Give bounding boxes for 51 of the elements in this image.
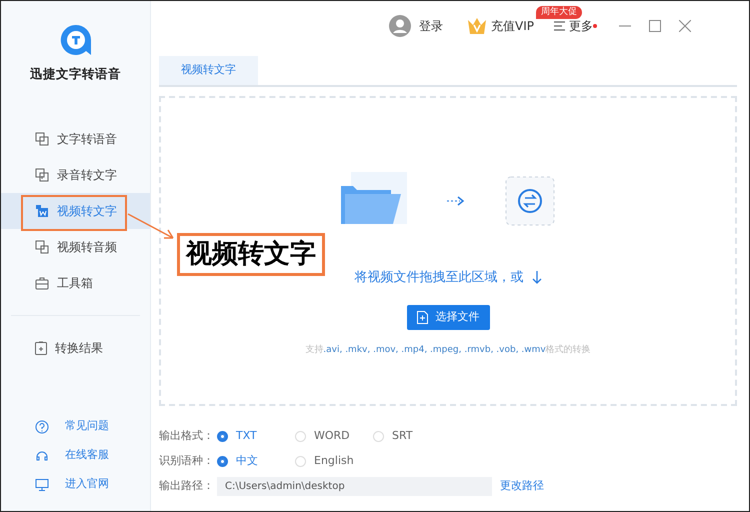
output-path-label: 输出路径： (159, 478, 215, 494)
app-logo-icon (58, 23, 92, 57)
convert-icon (505, 176, 555, 226)
annotation-label: 视频转文字 (177, 233, 325, 276)
sidebar-link[interactable]: 在线客服 (1, 441, 150, 470)
sidebar-item[interactable]: 转换结果 (1, 330, 150, 366)
sidebar-link[interactable]: 进入官网 (1, 470, 150, 499)
radio-button[interactable] (217, 430, 228, 442)
close-icon[interactable] (678, 20, 691, 32)
promo-badge: 周年大促 (536, 6, 582, 19)
drop-prompt: 将视频文件拖拽至此区域，或 (354, 268, 524, 286)
text-pair-icon (35, 132, 49, 146)
select-file-button[interactable]: 选择文件 (406, 305, 490, 330)
help-icon (35, 420, 49, 434)
audio-text-icon (35, 168, 49, 182)
sidebar-item[interactable]: 视频转音频 (1, 229, 150, 265)
radio-option[interactable]: TXT (217, 428, 295, 444)
arrow-right-icon (447, 196, 465, 206)
file-add-icon (416, 310, 428, 324)
radio-button[interactable] (217, 456, 228, 466)
sidebar-item[interactable]: 录音转文字 (1, 157, 150, 193)
output-path-field[interactable]: C:\Users\admin\desktop (217, 476, 492, 496)
sidebar-item[interactable]: 工具箱 (1, 265, 150, 301)
radio-option[interactable]: WORD (295, 428, 373, 444)
more-button[interactable]: 更多 (568, 17, 593, 35)
monitor-icon (35, 478, 49, 492)
sidebar-item[interactable]: 视频转文字 (1, 193, 150, 229)
crown-icon (467, 17, 487, 35)
menu-icon (554, 21, 565, 31)
app-name: 迅捷文字转语音 (30, 65, 121, 83)
video-audio-icon (35, 240, 49, 254)
sidebar-item[interactable]: 文字转语音 (1, 121, 150, 157)
clipboard-icon (35, 341, 47, 355)
change-path-link[interactable]: 更改路径 (500, 478, 544, 494)
supported-formats-text: 支持.avi, .mkv, .mov, .mp4, .mpeg, .rmvb, .vob, .wmv格式的转换 (305, 344, 591, 356)
radio-option[interactable]: 中文 (217, 452, 295, 470)
recharge-vip-button[interactable]: 充值VIP (491, 17, 534, 35)
option-label: 识别语种： (159, 452, 215, 469)
sidebar-link[interactable]: 常见问题 (1, 412, 150, 441)
maximize-icon[interactable] (648, 20, 661, 32)
radio-option[interactable]: English (295, 452, 373, 470)
option-label: 输出格式： (159, 428, 215, 444)
user-avatar-icon (389, 15, 411, 37)
minimize-icon[interactable] (618, 25, 631, 27)
arrow-down-icon (532, 270, 542, 284)
headset-icon (35, 448, 49, 462)
login-button[interactable]: 登录 (419, 17, 443, 35)
tab[interactable]: 视频转文字 (159, 56, 258, 84)
video-icon (35, 204, 49, 218)
toolbox-icon (35, 276, 49, 290)
radio-option[interactable]: SRT (373, 428, 451, 444)
